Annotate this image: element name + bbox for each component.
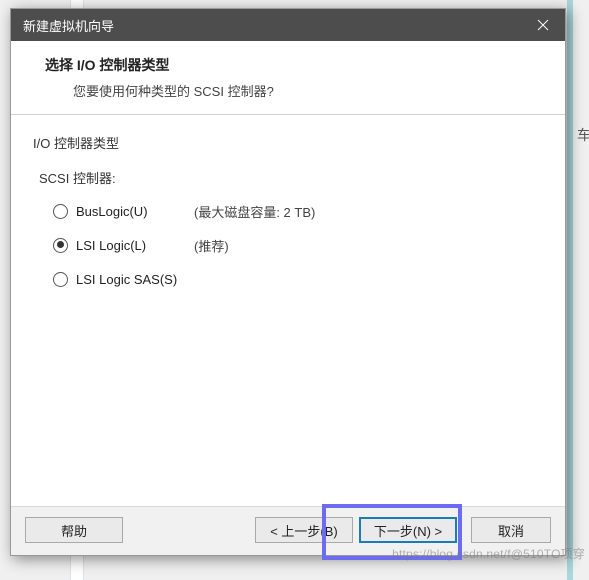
watermark-text: https://blog.csdn.net/f@510TO项穿 (392, 545, 585, 562)
wizard-dialog: 新建虚拟机向导 选择 I/O 控制器类型 您要使用何种类型的 SCSI 控制器?… (10, 8, 566, 556)
radio-option-lsilogicsas[interactable]: LSI Logic SAS(S) (53, 269, 543, 289)
next-button[interactable]: 下一步(N) > (359, 517, 457, 543)
help-button[interactable]: 帮助 (25, 517, 123, 543)
background-vertical-bar (567, 0, 573, 580)
section-label: I/O 控制器类型 (33, 133, 543, 152)
radio-option-lsilogic[interactable]: LSI Logic(L) (推荐) (53, 235, 543, 255)
close-icon (537, 19, 549, 31)
window-title: 新建虚拟机向导 (23, 16, 114, 35)
radio-label: LSI Logic SAS(S) (76, 272, 194, 287)
back-button[interactable]: < 上一步(B) (255, 517, 353, 543)
scsi-label: SCSI 控制器: (39, 168, 543, 187)
background-char: 车 (577, 125, 589, 145)
titlebar: 新建虚拟机向导 (11, 9, 565, 41)
radio-option-buslogic[interactable]: BusLogic(U) (最大磁盘容量: 2 TB) (53, 201, 543, 221)
wizard-header-title: 选择 I/O 控制器类型 (45, 55, 545, 75)
wizard-content: I/O 控制器类型 SCSI 控制器: BusLogic(U) (最大磁盘容量:… (11, 115, 565, 506)
radio-note: (最大磁盘容量: 2 TB) (194, 202, 315, 221)
close-button[interactable] (521, 9, 565, 41)
wizard-header-subtitle: 您要使用何种类型的 SCSI 控制器? (73, 81, 545, 100)
radio-icon[interactable] (53, 272, 68, 287)
radio-icon[interactable] (53, 204, 68, 219)
radio-icon[interactable] (53, 238, 68, 253)
cancel-button[interactable]: 取消 (471, 517, 551, 543)
wizard-header: 选择 I/O 控制器类型 您要使用何种类型的 SCSI 控制器? (11, 41, 565, 114)
radio-label: LSI Logic(L) (76, 238, 194, 253)
radio-label: BusLogic(U) (76, 204, 194, 219)
radio-note: (推荐) (194, 236, 229, 255)
